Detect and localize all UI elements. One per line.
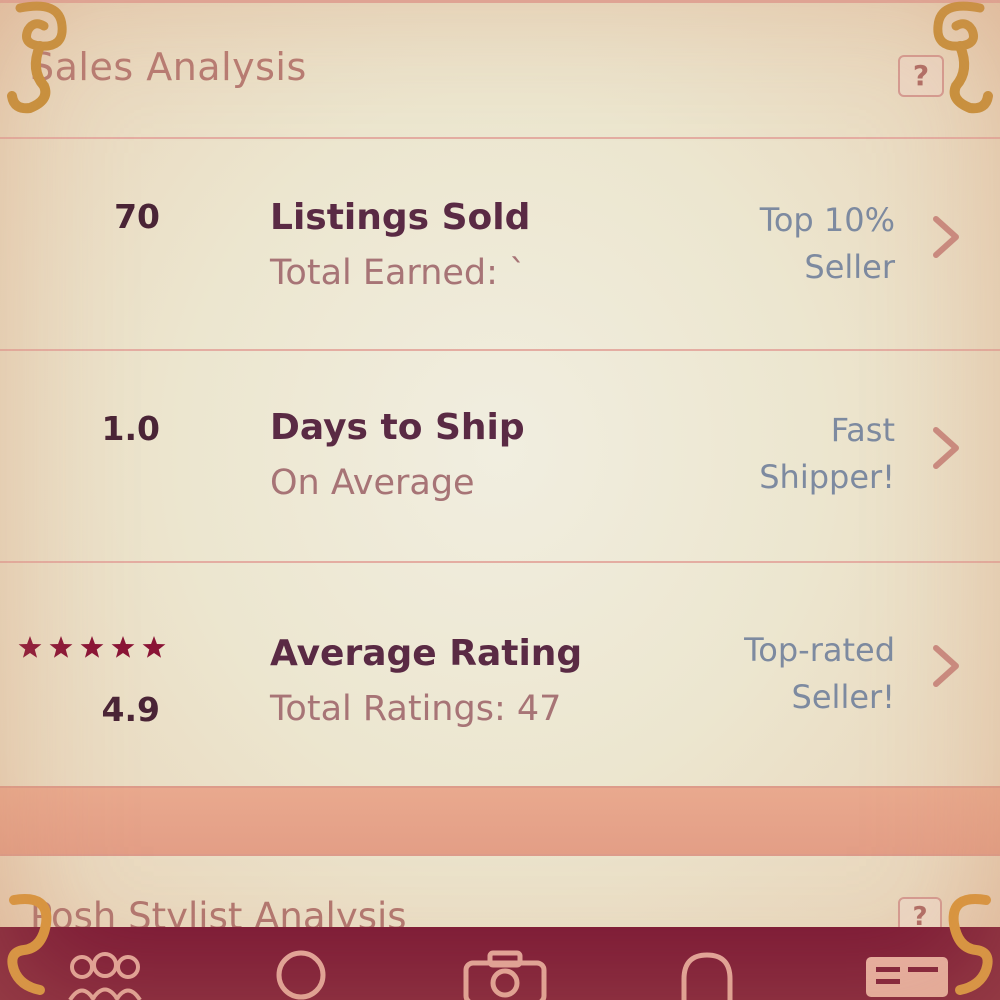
posh-stylist-analysis-title: Posh Stylist Analysis (30, 895, 407, 928)
star-icon (49, 636, 73, 658)
listings-sold-title: Listings Sold (270, 197, 531, 238)
badge-line: Seller! (791, 678, 895, 716)
star-icon (142, 636, 166, 658)
chevron-right-icon[interactable] (928, 643, 962, 689)
badge-line: Fast (830, 411, 895, 449)
average-rating-title: Average Rating (270, 633, 583, 674)
camera-icon[interactable] (460, 941, 550, 1000)
on-average-label: On Average (270, 463, 475, 503)
chevron-right-icon[interactable] (928, 425, 962, 471)
total-ratings-label: Total Ratings: 47 (270, 689, 562, 729)
average-rating-row[interactable]: Average Rating Total Ratings: 47 Top-rat… (0, 563, 1000, 785)
ornament-swirl-icon (7, 894, 52, 995)
days-to-ship-value: 1.0 (101, 409, 160, 448)
listings-sold-row[interactable]: 70 Listings Sold Total Earned: ` Top 10%… (0, 139, 1000, 349)
star-icon (80, 636, 104, 658)
bottom-tab-bar (0, 927, 1000, 1000)
days-to-ship-title: Days to Ship (270, 407, 525, 448)
top-seller-badge: Top 10% Seller (760, 197, 895, 291)
ornament-swirl-icon (948, 894, 993, 995)
days-to-ship-row[interactable]: 1.0 Days to Ship On Average Fast Shipper… (0, 351, 1000, 561)
badge-line: Shipper! (759, 458, 895, 496)
rating-stars (18, 636, 166, 658)
star-icon (18, 636, 42, 658)
top-rated-seller-badge: Top-rated Seller! (744, 627, 895, 721)
total-earned-label: Total Earned: ` (270, 253, 527, 293)
chevron-right-icon[interactable] (928, 214, 962, 260)
bell-icon[interactable] (662, 941, 752, 1000)
star-icon (111, 636, 135, 658)
average-rating-value: 4.9 (101, 690, 160, 729)
sales-analysis-header: Sales Analysis ? (0, 0, 1000, 141)
badge-line: Top-rated (744, 631, 895, 669)
listings-sold-value: 70 (114, 197, 160, 236)
badge-line: Top 10% (759, 201, 895, 239)
ornament-swirl-icon (933, 1, 993, 114)
fast-shipper-badge: Fast Shipper! (759, 407, 895, 501)
badge-line: Seller (804, 248, 895, 286)
ornament-swirl-icon (7, 1, 67, 114)
search-icon[interactable] (258, 941, 348, 1000)
section-separator (0, 786, 1000, 856)
